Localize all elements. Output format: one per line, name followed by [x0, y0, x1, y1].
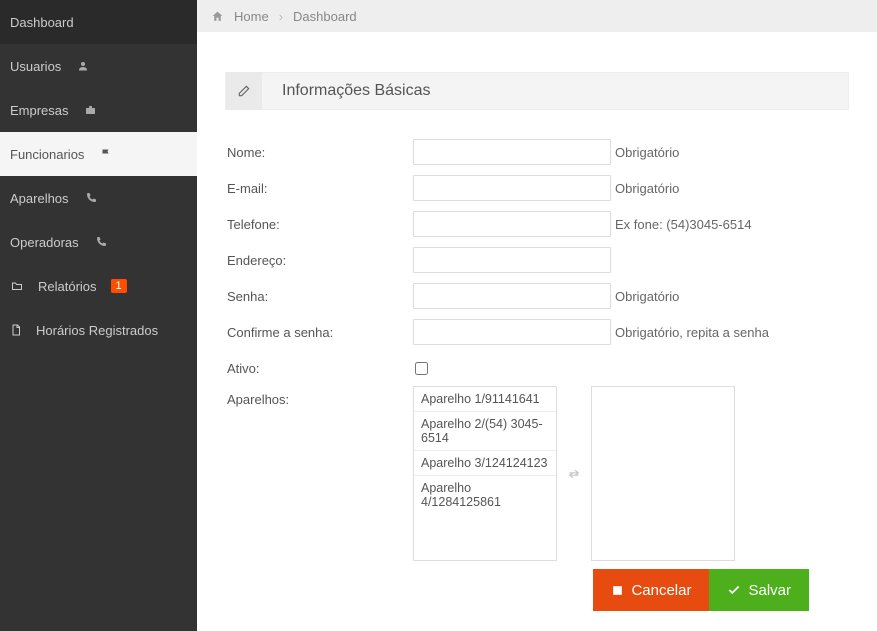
listbox-item[interactable]: Aparelho 2/(54) 3045-6514: [414, 412, 556, 451]
save-button-label: Salvar: [748, 582, 791, 599]
main: Home › Dashboard Informações Básicas Nom…: [197, 0, 877, 631]
hint-nome: Obrigatório: [615, 145, 679, 160]
input-email[interactable]: [413, 175, 611, 201]
section-header: Informações Básicas: [225, 72, 849, 110]
sidebar-item-aparelhos[interactable]: Aparelhos: [0, 176, 197, 220]
chevron-right-icon: ›: [279, 9, 283, 24]
content: Informações Básicas Nome: Obrigatório E-…: [197, 32, 877, 631]
file-icon: [10, 323, 22, 337]
input-telefone[interactable]: [413, 211, 611, 237]
briefcase-icon: [83, 104, 99, 116]
label-confirma: Confirme a senha:: [225, 325, 413, 340]
home-icon: [211, 10, 224, 23]
cancel-button-label: Cancelar: [631, 582, 691, 599]
breadcrumb: Home › Dashboard: [197, 0, 877, 32]
edit-icon: [226, 72, 262, 110]
phone-icon: [93, 236, 109, 248]
sidebar-item-label: Funcionarios: [10, 147, 84, 162]
label-telefone: Telefone:: [225, 217, 413, 232]
label-endereco: Endereço:: [225, 253, 413, 268]
folder-icon: [10, 280, 24, 292]
sidebar-item-label: Operadoras: [10, 235, 79, 250]
input-endereco[interactable]: [413, 247, 611, 273]
hint-telefone: Ex fone: (54)3045-6514: [615, 217, 752, 232]
hint-senha: Obrigatório: [615, 289, 679, 304]
sidebar-item-label: Usuarios: [10, 59, 61, 74]
sidebar-item-relatorios[interactable]: Relatórios 1: [0, 264, 197, 308]
sidebar-item-empresas[interactable]: Empresas: [0, 88, 197, 132]
save-button[interactable]: Salvar: [709, 569, 809, 611]
label-ativo: Ativo:: [225, 361, 413, 376]
badge: 1: [111, 279, 127, 293]
user-icon: [75, 60, 91, 72]
listbox-item[interactable]: Aparelho 3/124124123: [414, 451, 556, 476]
swap-icon[interactable]: [557, 467, 591, 481]
sidebar-item-label: Aparelhos: [10, 191, 69, 206]
phone-icon: [83, 192, 99, 204]
stop-icon: [611, 584, 624, 597]
sidebar-item-usuarios[interactable]: Usuarios: [0, 44, 197, 88]
breadcrumb-home[interactable]: Home: [234, 9, 269, 24]
sidebar-item-horarios[interactable]: Horários Registrados: [0, 308, 197, 352]
listbox-selected[interactable]: [591, 386, 735, 561]
sidebar-item-label: Horários Registrados: [36, 323, 158, 338]
listbox-item[interactable]: Aparelho 4/1284125861: [414, 476, 556, 514]
listbox-available[interactable]: Aparelho 1/91141641 Aparelho 2/(54) 3045…: [413, 386, 557, 561]
breadcrumb-current: Dashboard: [293, 9, 357, 24]
label-senha: Senha:: [225, 289, 413, 304]
hint-email: Obrigatório: [615, 181, 679, 196]
hint-confirma: Obrigatório, repita a senha: [615, 325, 769, 340]
sidebar-item-label: Dashboard: [10, 15, 74, 30]
label-email: E-mail:: [225, 181, 413, 196]
sidebar-item-operadoras[interactable]: Operadoras: [0, 220, 197, 264]
sidebar-item-funcionarios[interactable]: Funcionarios: [0, 132, 197, 176]
input-senha[interactable]: [413, 283, 611, 309]
cancel-button[interactable]: Cancelar: [593, 569, 709, 611]
label-aparelhos: Aparelhos:: [225, 386, 413, 407]
input-nome[interactable]: [413, 139, 611, 165]
label-nome: Nome:: [225, 145, 413, 160]
checkbox-ativo[interactable]: [415, 362, 428, 375]
sidebar-item-label: Relatórios: [38, 279, 97, 294]
flag-icon: [98, 148, 114, 160]
sidebar-item-label: Empresas: [10, 103, 69, 118]
input-confirma[interactable]: [413, 319, 611, 345]
sidebar: Dashboard Usuarios Empresas Funcionarios…: [0, 0, 197, 631]
listbox-item[interactable]: Aparelho 1/91141641: [414, 387, 556, 412]
check-icon: [727, 583, 741, 597]
section-title: Informações Básicas: [282, 82, 431, 100]
sidebar-item-dashboard[interactable]: Dashboard: [0, 0, 197, 44]
